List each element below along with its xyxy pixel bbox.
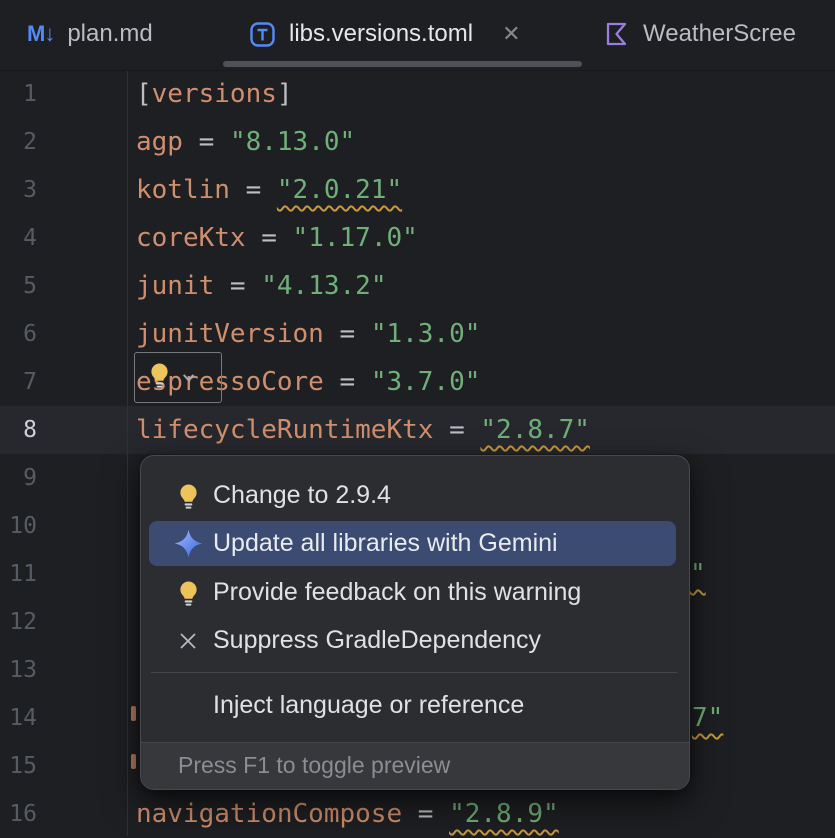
line-number[interactable]: 4 xyxy=(0,214,37,262)
line-number[interactable]: 12 xyxy=(0,598,37,646)
code-line[interactable]: junitVersion = "1.3.0" xyxy=(136,310,480,358)
code-line[interactable]: navigationCompose = "2.8.9" xyxy=(136,790,559,838)
popup-item-suppress[interactable]: Suppress GradleDependency xyxy=(149,618,676,663)
code-token-warning: "2.8.9" xyxy=(449,799,559,829)
gutter-separator xyxy=(127,70,128,836)
gemini-icon xyxy=(171,528,205,559)
popup-item-label: Inject language or reference xyxy=(213,691,524,720)
line-number[interactable]: 13 xyxy=(0,646,37,694)
line-number[interactable]: 11 xyxy=(0,550,37,598)
popup-item-label: Provide feedback on this warning xyxy=(213,578,581,607)
popup-item-inject[interactable]: Inject language or reference xyxy=(149,683,676,728)
ide-window: M↓ plan.md libs.versions.toml ✕ WeatherScree… xyxy=(0,0,835,836)
code-token: "1.17.0" xyxy=(293,223,418,253)
code-token: = xyxy=(183,127,230,157)
code-token: = xyxy=(214,271,261,301)
line-number[interactable]: 8 xyxy=(0,406,37,454)
code-line[interactable]: agp = "8.13.0" xyxy=(136,118,355,166)
code-token: agp xyxy=(136,127,183,157)
tab-label: WeatherScree xyxy=(643,20,796,48)
line-number[interactable]: 5 xyxy=(0,262,37,310)
code-line[interactable]: junit = "4.13.2" xyxy=(136,262,386,310)
line-number[interactable]: 3 xyxy=(0,166,37,214)
code-line[interactable]: lifecycleRuntimeKtx = "2.8.7" xyxy=(136,406,590,454)
code-token: junit xyxy=(136,271,214,301)
suppress-icon xyxy=(171,629,205,653)
code-token: "1.3.0" xyxy=(371,319,481,349)
code-token: = xyxy=(230,175,277,205)
code-token: coreKtx xyxy=(136,223,246,253)
code-token-warning: "2.8.7" xyxy=(480,415,590,445)
code-token: = xyxy=(402,799,449,829)
code-line[interactable]: coreKtx = "1.17.0" xyxy=(136,214,418,262)
line-number[interactable]: 2 xyxy=(0,118,37,166)
popup-item-provide[interactable]: Provide feedback on this warning xyxy=(149,570,676,615)
code-token: = xyxy=(433,415,480,445)
tab-label: plan.md xyxy=(67,20,152,48)
toml-icon xyxy=(249,21,276,48)
tab-plan-md[interactable]: M↓ plan.md xyxy=(27,0,153,68)
lightbulb-icon xyxy=(171,579,205,607)
occluded-code-sliver xyxy=(131,754,136,769)
code-token: navigationCompose xyxy=(136,799,402,829)
intention-popup: Change to 2.9.4 Update all libraries with… xyxy=(140,455,690,790)
popup-item-change[interactable]: Change to 2.9.4 xyxy=(149,473,676,518)
editor-tab-bar: M↓ plan.md libs.versions.toml ✕ WeatherScree xyxy=(0,0,835,71)
code-fragment: " xyxy=(690,550,706,598)
code-token: = xyxy=(246,223,293,253)
line-number[interactable]: 1 xyxy=(0,70,37,118)
lightbulb-icon xyxy=(146,361,173,394)
code-token: "3.7.0" xyxy=(371,367,481,397)
line-number[interactable]: 7 xyxy=(0,358,37,406)
close-icon[interactable]: ✕ xyxy=(502,23,520,45)
line-number[interactable]: 15 xyxy=(0,742,37,790)
code-token: kotlin xyxy=(136,175,230,205)
code-line[interactable]: [versions] xyxy=(136,70,293,118)
code-token: junitVersion xyxy=(136,319,324,349)
lightbulb-icon xyxy=(171,482,205,510)
popup-divider xyxy=(151,672,677,673)
tab-libs-versions-toml[interactable]: libs.versions.toml ✕ xyxy=(249,0,521,68)
code-token: "4.13.2" xyxy=(261,271,386,301)
code-token: [ xyxy=(136,79,152,109)
popup-item-label: Update all libraries with Gemini xyxy=(213,529,558,558)
chevron-down-icon[interactable] xyxy=(180,369,197,386)
line-number[interactable]: 16 xyxy=(0,790,37,838)
code-fragment: 7" xyxy=(692,694,723,742)
code-token: = xyxy=(324,367,371,397)
occluded-code-sliver xyxy=(131,706,136,721)
line-number[interactable]: 6 xyxy=(0,310,37,358)
popup-footer-hint: Press F1 to toggle preview xyxy=(141,742,689,789)
code-token: ] xyxy=(277,79,293,109)
popup-item-label: Change to 2.9.4 xyxy=(213,481,391,510)
code-token: "8.13.0" xyxy=(230,127,355,157)
tab-weatherscree[interactable]: WeatherScree xyxy=(604,0,796,68)
line-number[interactable]: 10 xyxy=(0,502,37,550)
code-token: = xyxy=(324,319,371,349)
code-token: versions xyxy=(152,79,277,109)
code-line[interactable]: kotlin = "2.0.21" xyxy=(136,166,402,214)
intention-bulb-widget[interactable] xyxy=(134,352,222,403)
popup-item-update[interactable]: Update all libraries with Gemini xyxy=(149,521,676,566)
popup-item-label: Suppress GradleDependency xyxy=(213,626,541,655)
code-token-warning: "2.0.21" xyxy=(277,175,402,205)
line-number[interactable]: 9 xyxy=(0,454,37,502)
tab-label: libs.versions.toml xyxy=(289,20,473,48)
markdown-icon: M↓ xyxy=(27,21,54,47)
kotlin-icon xyxy=(604,20,630,48)
line-number[interactable]: 14 xyxy=(0,694,37,742)
code-token: lifecycleRuntimeKtx xyxy=(136,415,433,445)
